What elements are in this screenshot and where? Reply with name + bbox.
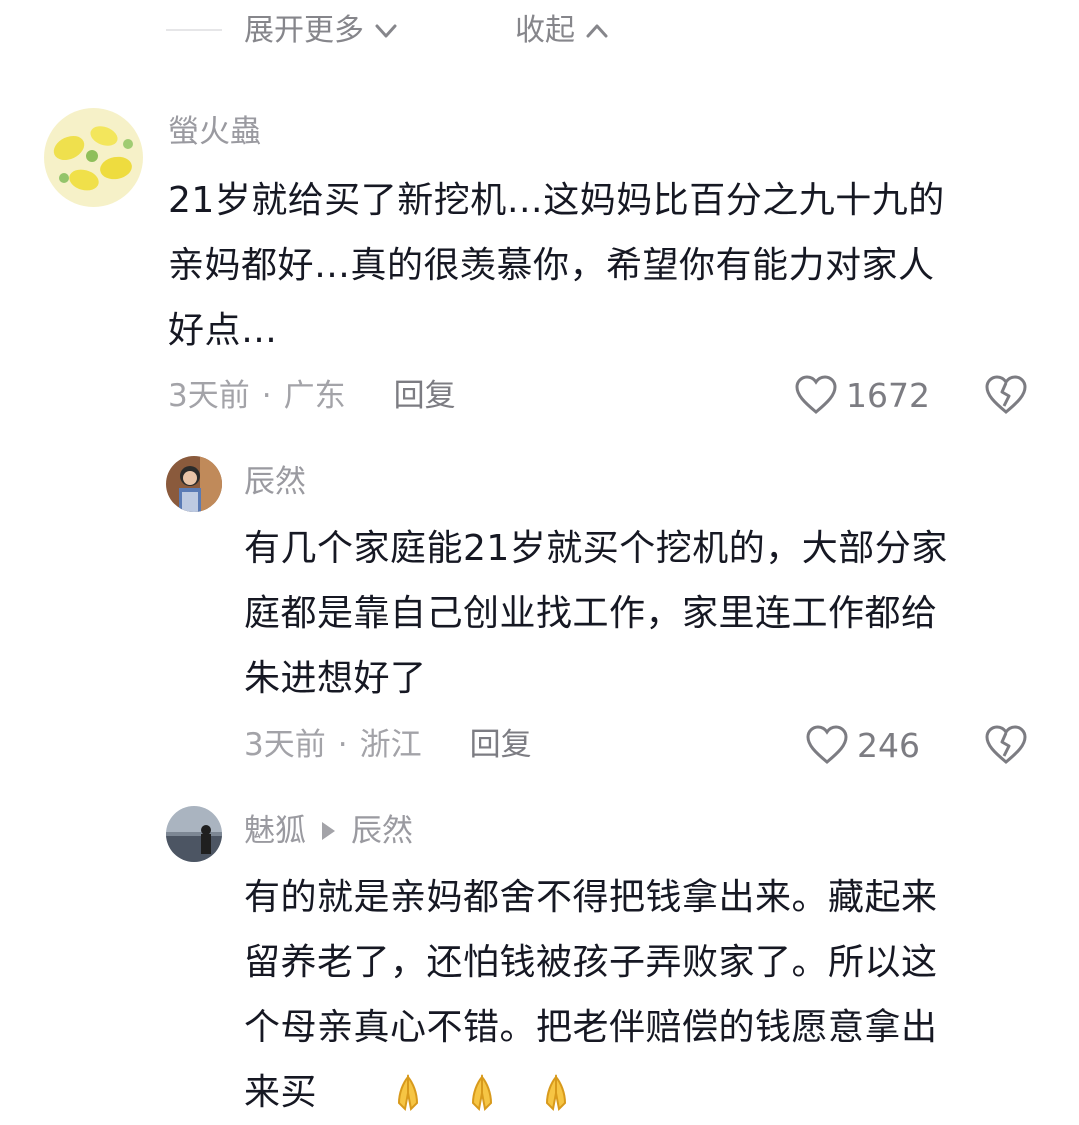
avatar-landscape-image xyxy=(166,806,222,862)
comment-line: 有几个家庭能21岁就买个挖机的，大部分家 xyxy=(244,528,948,569)
collapse-button[interactable]: 收起 xyxy=(515,11,611,51)
chevron-up-icon xyxy=(586,24,608,38)
expand-more-button[interactable]: 展开更多 xyxy=(244,11,400,51)
avatar-person-image xyxy=(166,456,222,512)
reply-button[interactable]: 回复 xyxy=(470,725,532,765)
comment-time: 3天前 xyxy=(168,378,250,414)
comment-line: 有的就是亲妈都舍不得把钱拿出来。藏起来 xyxy=(244,877,938,918)
comment-line: 好点… xyxy=(168,310,278,351)
reply-header: 魅狐 辰然 xyxy=(244,811,413,851)
comment-line-text: 来买 xyxy=(244,1072,318,1113)
expand-more-label: 展开更多 xyxy=(244,13,364,48)
chevron-down-icon xyxy=(375,24,397,38)
avatar[interactable] xyxy=(44,108,143,207)
dislike-button[interactable] xyxy=(984,724,1028,766)
comment-line: 个母亲真心不错。把老伴赔偿的钱愿意拿出 xyxy=(244,1007,938,1048)
meta-separator: · xyxy=(337,727,348,763)
divider-line xyxy=(166,29,222,31)
broken-heart-icon xyxy=(985,725,1027,764)
comment-username[interactable]: 螢火蟲 xyxy=(168,112,261,152)
heart-icon xyxy=(806,725,848,764)
broken-heart-icon xyxy=(985,375,1027,414)
comment-meta: 3天前 · 浙江 回复 xyxy=(244,725,532,765)
meta-separator: · xyxy=(261,378,272,414)
comment-line: 亲妈都好…真的很羡慕你，希望你有能力对家人 xyxy=(168,245,935,286)
pray-emoji-icon xyxy=(546,1073,567,1111)
comment-time: 3天前 xyxy=(244,727,326,763)
collapse-label: 收起 xyxy=(515,13,575,48)
reply-to-username[interactable]: 辰然 xyxy=(351,811,413,851)
comment-text: 有的就是亲妈都舍不得把钱拿出来。藏起来 留养老了，还怕钱被孩子弄败家了。所以这 … xyxy=(244,865,1054,1125)
comment-location: 浙江 xyxy=(359,727,422,763)
comment-username[interactable]: 魅狐 xyxy=(244,811,306,851)
pray-emoji-icon xyxy=(398,1073,419,1111)
comment-text: 有几个家庭能21岁就买个挖机的，大部分家 庭都是靠自己创业找工作，家里连工作都给… xyxy=(244,516,1054,711)
comment-line: 庭都是靠自己创业找工作，家里连工作都给 xyxy=(244,593,938,634)
heart-icon xyxy=(795,375,837,414)
reply-button[interactable]: 回复 xyxy=(394,376,456,416)
reply-arrow-icon xyxy=(322,822,335,840)
comment-meta: 3天前 · 广东 回复 xyxy=(168,376,456,416)
dislike-button[interactable] xyxy=(984,374,1028,416)
comment-line: 留养老了，还怕钱被孩子弄败家了。所以这 xyxy=(244,942,938,983)
like-count: 246 xyxy=(857,725,920,765)
comment-line: 来买 xyxy=(244,1060,1054,1125)
like-count: 1672 xyxy=(846,375,930,415)
avatar[interactable] xyxy=(166,456,222,512)
comment-username[interactable]: 辰然 xyxy=(244,462,306,502)
comment-text: 21岁就给买了新挖机…这妈妈比百分之九十九的 亲妈都好…真的很羡慕你，希望你有能… xyxy=(168,168,1048,363)
pray-emoji-icon xyxy=(472,1073,493,1111)
comment-line: 21岁就给买了新挖机…这妈妈比百分之九十九的 xyxy=(168,180,945,221)
avatar-lemon-image xyxy=(44,108,143,207)
comment-line: 朱进想好了 xyxy=(244,658,427,699)
like-button[interactable]: 246 xyxy=(805,724,920,766)
comment-location: 广东 xyxy=(283,378,346,414)
like-button[interactable]: 1672 xyxy=(794,374,930,416)
avatar[interactable] xyxy=(166,806,222,862)
